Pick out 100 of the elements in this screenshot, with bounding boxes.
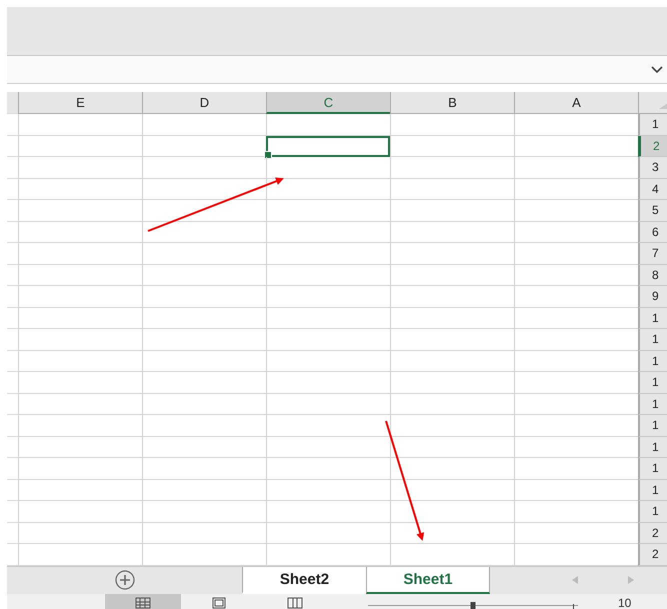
grid-cell[interactable] [390, 501, 514, 522]
grid-cell[interactable] [18, 136, 142, 157]
grid-cell[interactable] [390, 480, 514, 501]
grid-cell[interactable] [266, 157, 390, 178]
grid-cell[interactable] [266, 329, 390, 350]
row-header[interactable]: 1 [638, 308, 667, 329]
grid-cell[interactable] [18, 458, 142, 480]
grid-cell[interactable] [18, 501, 142, 522]
grid-cell[interactable] [390, 372, 514, 394]
grid-cell[interactable] [18, 264, 142, 286]
grid-cell[interactable] [142, 350, 266, 372]
grid-cell[interactable] [266, 436, 390, 458]
grid-cell[interactable] [266, 178, 390, 200]
grid-cell[interactable] [18, 329, 142, 350]
row-header[interactable]: 1 [638, 501, 667, 522]
grid-cell[interactable] [266, 458, 390, 480]
grid-cell[interactable] [18, 522, 142, 544]
grid-cell[interactable] [18, 436, 142, 458]
grid-cell[interactable] [266, 480, 390, 501]
grid-cell[interactable] [142, 286, 266, 308]
grid-cell[interactable] [390, 350, 514, 372]
grid-cell[interactable] [142, 308, 266, 329]
grid-cell[interactable] [142, 222, 266, 243]
grid-cell[interactable] [266, 415, 390, 436]
row-header[interactable]: 1 [638, 372, 667, 394]
row-header[interactable]: 1 [638, 114, 667, 136]
fill-handle[interactable] [264, 151, 272, 159]
grid-cell[interactable] [142, 501, 266, 522]
sheet-tab[interactable]: Sheet2 [242, 566, 366, 594]
grid-cell[interactable] [390, 178, 514, 200]
active-cell[interactable] [266, 136, 390, 157]
zoom-slider[interactable] [368, 600, 578, 609]
row-header[interactable]: 5 [638, 200, 667, 222]
grid-cell[interactable] [266, 308, 390, 329]
grid-cell[interactable] [142, 243, 266, 264]
grid-cell[interactable] [142, 264, 266, 286]
sheet-tab[interactable]: Sheet1 [366, 566, 490, 594]
slider-thumb[interactable] [470, 602, 476, 609]
grid-cell[interactable] [18, 114, 142, 136]
scroll-right-icon[interactable] [627, 575, 635, 585]
grid-cell[interactable] [390, 136, 514, 157]
grid-cell[interactable] [390, 458, 514, 480]
grid-cell[interactable] [266, 394, 390, 415]
grid-cell[interactable] [18, 243, 142, 264]
column-header[interactable]: E [18, 92, 142, 114]
grid-cell[interactable] [142, 480, 266, 501]
grid-cell[interactable] [142, 178, 266, 200]
grid-cell[interactable] [18, 480, 142, 501]
row-header[interactable]: 4 [638, 178, 667, 200]
grid-cell[interactable] [266, 114, 390, 136]
grid-cell[interactable] [18, 394, 142, 415]
grid-cell[interactable] [18, 308, 142, 329]
grid-cell[interactable] [142, 157, 266, 178]
row-header[interactable]: 2 [638, 544, 667, 566]
chevron-down-icon[interactable] [651, 66, 663, 73]
row-header[interactable]: 9 [638, 286, 667, 308]
grid-cell[interactable] [390, 436, 514, 458]
grid-cell[interactable] [266, 200, 390, 222]
column-header[interactable]: B [390, 92, 514, 114]
column-header[interactable]: D [142, 92, 266, 114]
grid-cell[interactable] [390, 308, 514, 329]
grid-cell[interactable] [390, 222, 514, 243]
grid-cell[interactable] [390, 157, 514, 178]
grid-cell[interactable] [142, 522, 266, 544]
grid-cell[interactable] [18, 222, 142, 243]
row-header[interactable]: 1 [638, 394, 667, 415]
grid-cell[interactable] [142, 114, 266, 136]
grid-cell[interactable] [142, 436, 266, 458]
row-header[interactable]: 8 [638, 264, 667, 286]
grid-cell[interactable] [390, 200, 514, 222]
grid-cell[interactable] [18, 415, 142, 436]
grid-cell[interactable] [266, 372, 390, 394]
row-header[interactable]: 7 [638, 243, 667, 264]
grid-cell[interactable] [390, 286, 514, 308]
grid-cell[interactable] [390, 243, 514, 264]
grid-cell[interactable] [266, 243, 390, 264]
grid-cell[interactable] [142, 394, 266, 415]
grid-cell[interactable] [266, 264, 390, 286]
grid-cell[interactable] [390, 264, 514, 286]
grid-cell[interactable] [18, 350, 142, 372]
grid-cell[interactable] [142, 329, 266, 350]
grid-cell[interactable] [18, 286, 142, 308]
row-header[interactable]: 3 [638, 157, 667, 178]
grid-cell[interactable] [142, 200, 266, 222]
row-header[interactable]: 1 [638, 329, 667, 350]
view-button[interactable] [105, 594, 181, 609]
row-header[interactable]: 6 [638, 222, 667, 243]
grid-cell[interactable] [390, 522, 514, 544]
grid-cell[interactable] [266, 501, 390, 522]
row-header[interactable]: 1 [638, 415, 667, 436]
row-header[interactable]: 1 [638, 350, 667, 372]
row-header[interactable]: 1 [638, 458, 667, 480]
grid-cell[interactable] [142, 415, 266, 436]
row-header[interactable]: 1 [638, 480, 667, 501]
zoom-level[interactable]: 10 [618, 594, 632, 609]
grid-cell[interactable] [390, 415, 514, 436]
grid-cell[interactable] [390, 394, 514, 415]
grid-cell[interactable] [142, 458, 266, 480]
column-header[interactable] [7, 92, 18, 114]
row-header[interactable]: 2 [638, 136, 667, 157]
